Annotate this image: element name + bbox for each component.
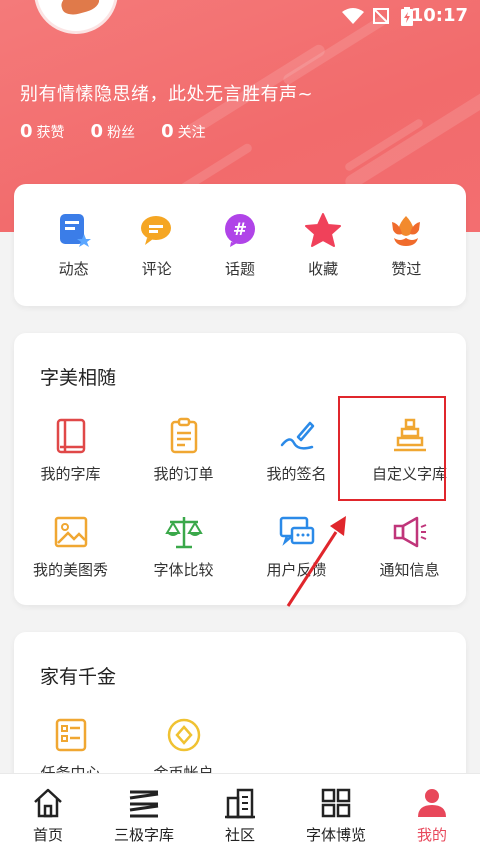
pagoda-icon <box>393 418 426 452</box>
pen-icon <box>280 421 314 450</box>
menu-notifications[interactable]: 通知信息 <box>353 513 466 609</box>
balance-icon <box>164 517 203 549</box>
status-bar: 10:17 <box>0 0 480 32</box>
megaphone-icon <box>393 516 426 548</box>
task-icon <box>55 718 86 752</box>
menu-feedback[interactable]: 用户反馈 <box>240 513 353 609</box>
topic-icon: # <box>224 214 255 247</box>
stat-following[interactable]: 0 关注 <box>161 121 206 142</box>
dynamic-icon <box>59 214 91 247</box>
flower-icon <box>392 216 421 246</box>
tab-mine[interactable]: 我的 <box>384 774 480 853</box>
clipboard-icon <box>170 417 197 454</box>
tab-home[interactable]: 首页 <box>0 774 96 853</box>
activity-item-dynamic[interactable]: 动态 <box>39 184 109 279</box>
activity-item-liked[interactable]: 赞过 <box>371 184 441 279</box>
stat-likes[interactable]: 0 获赞 <box>20 121 65 142</box>
activity-item-favorite[interactable]: 收藏 <box>288 184 358 279</box>
rewards-card: 家有千金 任务中心 金币帐户 <box>14 632 466 792</box>
bottom-tab-bar: 首页 三极字库 社区 字体博览 我的 <box>0 773 480 853</box>
activity-item-comment[interactable]: 评论 <box>122 184 192 279</box>
grid-icon <box>321 788 351 818</box>
coin-icon <box>167 718 200 752</box>
activity-item-topic[interactable]: # 话题 <box>205 184 275 279</box>
no-signal-icon <box>373 8 389 24</box>
font-library-icon <box>129 790 159 818</box>
user-icon <box>418 789 446 817</box>
profile-signature[interactable]: 别有情愫隐思绪，此处无言胜有声~ <box>20 80 313 106</box>
tab-community[interactable]: 社区 <box>192 774 288 853</box>
section-title-rewards: 家有千金 <box>40 666 117 688</box>
menu-my-orders[interactable]: 我的订单 <box>127 417 240 513</box>
book-icon <box>56 418 85 454</box>
activity-card: 动态 评论 # 话题 收藏 赞过 <box>14 184 466 306</box>
community-icon <box>225 788 255 819</box>
clock: 10:17 <box>410 5 468 26</box>
menu-custom-fonts[interactable]: 自定义字库 <box>353 417 466 513</box>
menu-font-compare[interactable]: 字体比较 <box>127 513 240 609</box>
home-icon <box>34 788 62 818</box>
svg-text:#: # <box>233 220 247 240</box>
profile-stats: 0 获赞 0 粉丝 0 关注 <box>20 121 206 142</box>
tab-font-library[interactable]: 三极字库 <box>96 774 192 853</box>
menu-my-fonts[interactable]: 我的字库 <box>14 417 127 513</box>
star-icon <box>305 213 342 247</box>
menu-my-signature[interactable]: 我的签名 <box>240 417 353 513</box>
font-tools-card: 字美相随 我的字库 我的订单 我的签名 自定义字库 我的美图秀 字体比较 用户反… <box>14 333 466 605</box>
section-title-font-tools: 字美相随 <box>40 367 117 389</box>
wifi-icon <box>342 8 364 24</box>
comment-icon <box>140 216 171 245</box>
tab-font-expo[interactable]: 字体博览 <box>288 774 384 853</box>
image-icon <box>54 516 87 548</box>
feedback-icon <box>279 516 314 546</box>
stat-fans[interactable]: 0 粉丝 <box>91 121 136 142</box>
menu-my-images[interactable]: 我的美图秀 <box>14 513 127 609</box>
